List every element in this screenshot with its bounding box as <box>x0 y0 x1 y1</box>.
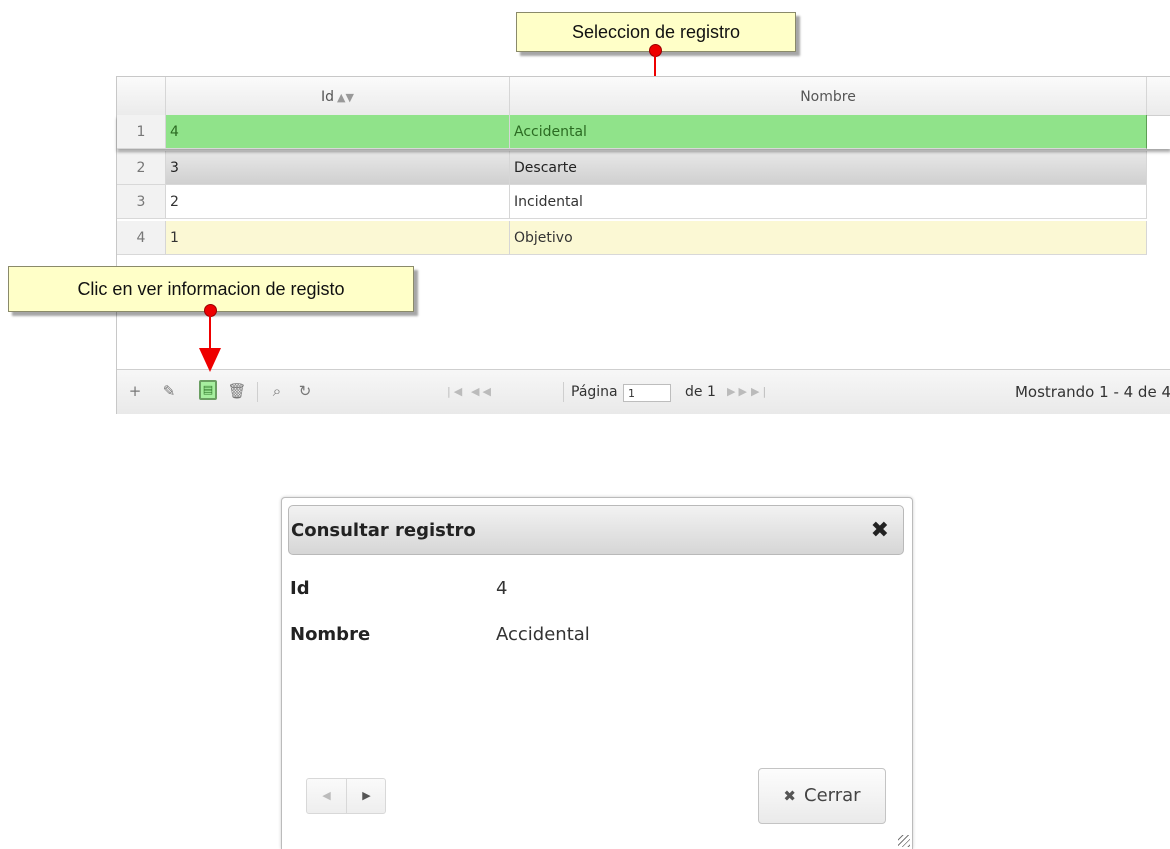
table-row[interactable]: 1 4 Accidental <box>117 115 1170 149</box>
cell-nombre[interactable]: Descarte <box>510 151 1147 185</box>
cell-id[interactable]: 3 <box>166 151 510 185</box>
first-page-icon[interactable]: |◀ <box>447 370 465 414</box>
cell-id[interactable]: 1 <box>166 221 510 255</box>
pager-divider <box>563 382 564 402</box>
add-icon[interactable]: + <box>125 382 145 400</box>
close-button-label: Cerrar <box>804 785 861 806</box>
cell-id[interactable]: 2 <box>166 185 510 219</box>
sort-arrows-icon[interactable]: ▲▼ <box>337 91 354 104</box>
page-label: Página <box>571 384 618 400</box>
close-icon: ✖ <box>783 787 796 805</box>
grid-header: Id ▲▼ Nombre <box>117 77 1170 116</box>
record-nav: ◀ ▶ <box>306 778 386 814</box>
last-page-icon[interactable]: ▶| <box>751 370 769 414</box>
prev-page-icon[interactable]: ◀◀ <box>471 370 494 414</box>
table-row[interactable]: 2 3 Descarte <box>117 151 1170 185</box>
table-row[interactable]: 3 2 Incidental <box>117 185 1170 219</box>
dialog-title: Consultar registro <box>291 520 476 541</box>
row-number: 1 <box>117 115 166 149</box>
delete-icon[interactable]: 🗑 <box>227 382 247 400</box>
cell-nombre[interactable]: Incidental <box>510 185 1147 219</box>
close-button[interactable]: ✖ Cerrar <box>758 768 886 824</box>
page-input[interactable]: 1 <box>623 384 671 402</box>
records-grid: Id ▲▼ Nombre 1 4 Accidental 2 3 Descarte … <box>116 76 1170 414</box>
next-record-button[interactable]: ▶ <box>346 779 386 813</box>
field-value-id: 4 <box>496 578 508 599</box>
field-label-id: Id <box>290 578 310 599</box>
row-number: 3 <box>117 185 166 219</box>
header-nombre-label: Nombre <box>800 89 856 105</box>
row-number: 4 <box>117 221 166 255</box>
callout-line <box>209 312 211 348</box>
cell-nombre[interactable]: Objetivo <box>510 221 1147 255</box>
table-row[interactable]: 4 1 Objetivo <box>117 221 1170 255</box>
edit-icon[interactable]: ✎ <box>159 382 179 400</box>
refresh-icon[interactable]: ↻ <box>295 382 315 400</box>
page-count: de 1 <box>685 384 716 400</box>
row-number: 2 <box>117 151 166 185</box>
resize-grip-icon[interactable] <box>898 835 910 847</box>
record-dialog: Consultar registro ✖ Id 4 Nombre Acciden… <box>281 497 913 849</box>
cell-id[interactable]: 4 <box>166 115 510 149</box>
records-count: Mostrando 1 - 4 de 4 <box>1014 383 1170 401</box>
down-arrow-icon <box>199 348 221 372</box>
close-icon[interactable]: ✖ <box>871 506 889 556</box>
field-label-nombre: Nombre <box>290 624 371 645</box>
previous-record-button[interactable]: ◀ <box>307 779 346 813</box>
field-value-nombre: Accidental <box>496 624 590 645</box>
dialog-titlebar[interactable]: Consultar registro ✖ <box>288 505 904 555</box>
header-id[interactable]: Id ▲▼ <box>166 77 510 115</box>
cell-nombre[interactable]: Accidental <box>510 115 1147 149</box>
toolbar-divider <box>257 382 258 402</box>
header-row-number <box>117 77 166 115</box>
header-id-label: Id <box>321 89 335 105</box>
header-nombre[interactable]: Nombre <box>510 77 1147 115</box>
grid-footer: + ✎ ▤ 🗑 ⌕ ↻ |◀ ◀◀ Página 1 de 1 ▶▶ ▶| Mo… <box>117 369 1170 414</box>
search-icon[interactable]: ⌕ <box>267 382 287 400</box>
next-page-icon[interactable]: ▶▶ <box>727 370 750 414</box>
view-record-icon[interactable]: ▤ <box>199 380 217 400</box>
